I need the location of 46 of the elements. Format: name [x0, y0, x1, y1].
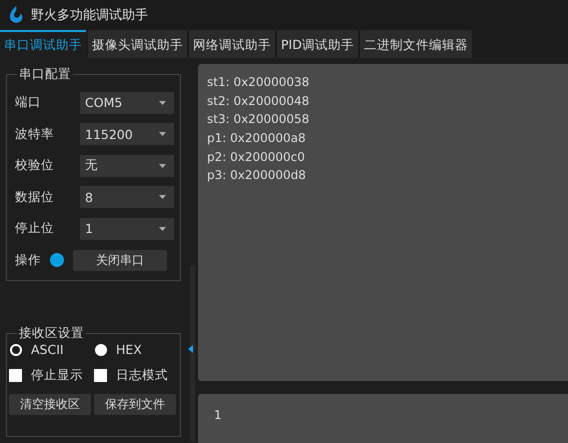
- field-label: 操作: [15, 252, 42, 269]
- dropdown[interactable]: 8: [80, 186, 174, 208]
- flame-icon: [7, 5, 25, 25]
- radio-button[interactable]: [10, 344, 22, 356]
- tab[interactable]: PID调试助手: [277, 30, 358, 58]
- window-title: 野火多功能调试助手: [31, 7, 148, 24]
- send-text-area[interactable]: 1: [198, 394, 568, 443]
- output-line: st3: 0x20000058: [207, 112, 310, 128]
- radio-label: ASCII: [31, 342, 64, 357]
- action-button[interactable]: 清空接收区: [9, 394, 91, 415]
- dropdown[interactable]: COM5: [80, 92, 174, 114]
- group-title: 接收区设置: [17, 325, 86, 342]
- field-label: 波特率: [15, 126, 55, 143]
- checkbox-label: 停止显示: [31, 367, 83, 384]
- input-text: 1: [214, 408, 222, 422]
- checkbox[interactable]: [94, 369, 107, 382]
- output-line: p3: 0x200000d8: [207, 168, 307, 184]
- output-line: st2: 0x20000048: [207, 94, 310, 110]
- dropdown-arrow-icon: [159, 132, 166, 136]
- tab[interactable]: 二进制文件编辑器: [360, 30, 472, 58]
- output-line: p2: 0x200000c0: [207, 150, 306, 166]
- group-title: 串口配置: [17, 66, 73, 83]
- dropdown-arrow-icon: [159, 100, 166, 105]
- tab[interactable]: 摄像头调试助手: [88, 30, 187, 58]
- dropdown-arrow-icon: [159, 226, 166, 231]
- action-button[interactable]: 保存到文件: [94, 394, 176, 415]
- field-label: 停止位: [15, 220, 55, 238]
- dropdown[interactable]: 1: [80, 218, 174, 240]
- radio-button[interactable]: [95, 344, 107, 356]
- output-line: p1: 0x200000a8: [207, 131, 307, 148]
- checkbox[interactable]: [9, 369, 22, 382]
- radio-label: HEX: [116, 342, 142, 357]
- dropdown-arrow-icon: [159, 195, 166, 200]
- field-label: 校验位: [15, 157, 55, 174]
- field-label: 端口: [15, 94, 42, 112]
- output-line: st1: 0x20000038: [207, 75, 310, 91]
- checkbox-label: 日志模式: [116, 367, 168, 384]
- close-port-button[interactable]: 关闭串口: [73, 250, 167, 271]
- dropdown[interactable]: 115200: [80, 123, 174, 146]
- collapse-arrow-icon[interactable]: [188, 345, 193, 353]
- dropdown-arrow-icon: [159, 164, 166, 168]
- scrollbar[interactable]: [190, 266, 195, 441]
- tab[interactable]: 网络调试助手: [189, 30, 275, 58]
- field-label: 数据位: [15, 188, 55, 206]
- receive-text-area[interactable]: st1: 0x20000038 st2: 0x20000048 st3: 0x20000058 p1: 0x200000a8 p2: 0x200000c0 p3: 0x200000d8: [198, 64, 568, 381]
- dropdown[interactable]: 无: [80, 154, 174, 177]
